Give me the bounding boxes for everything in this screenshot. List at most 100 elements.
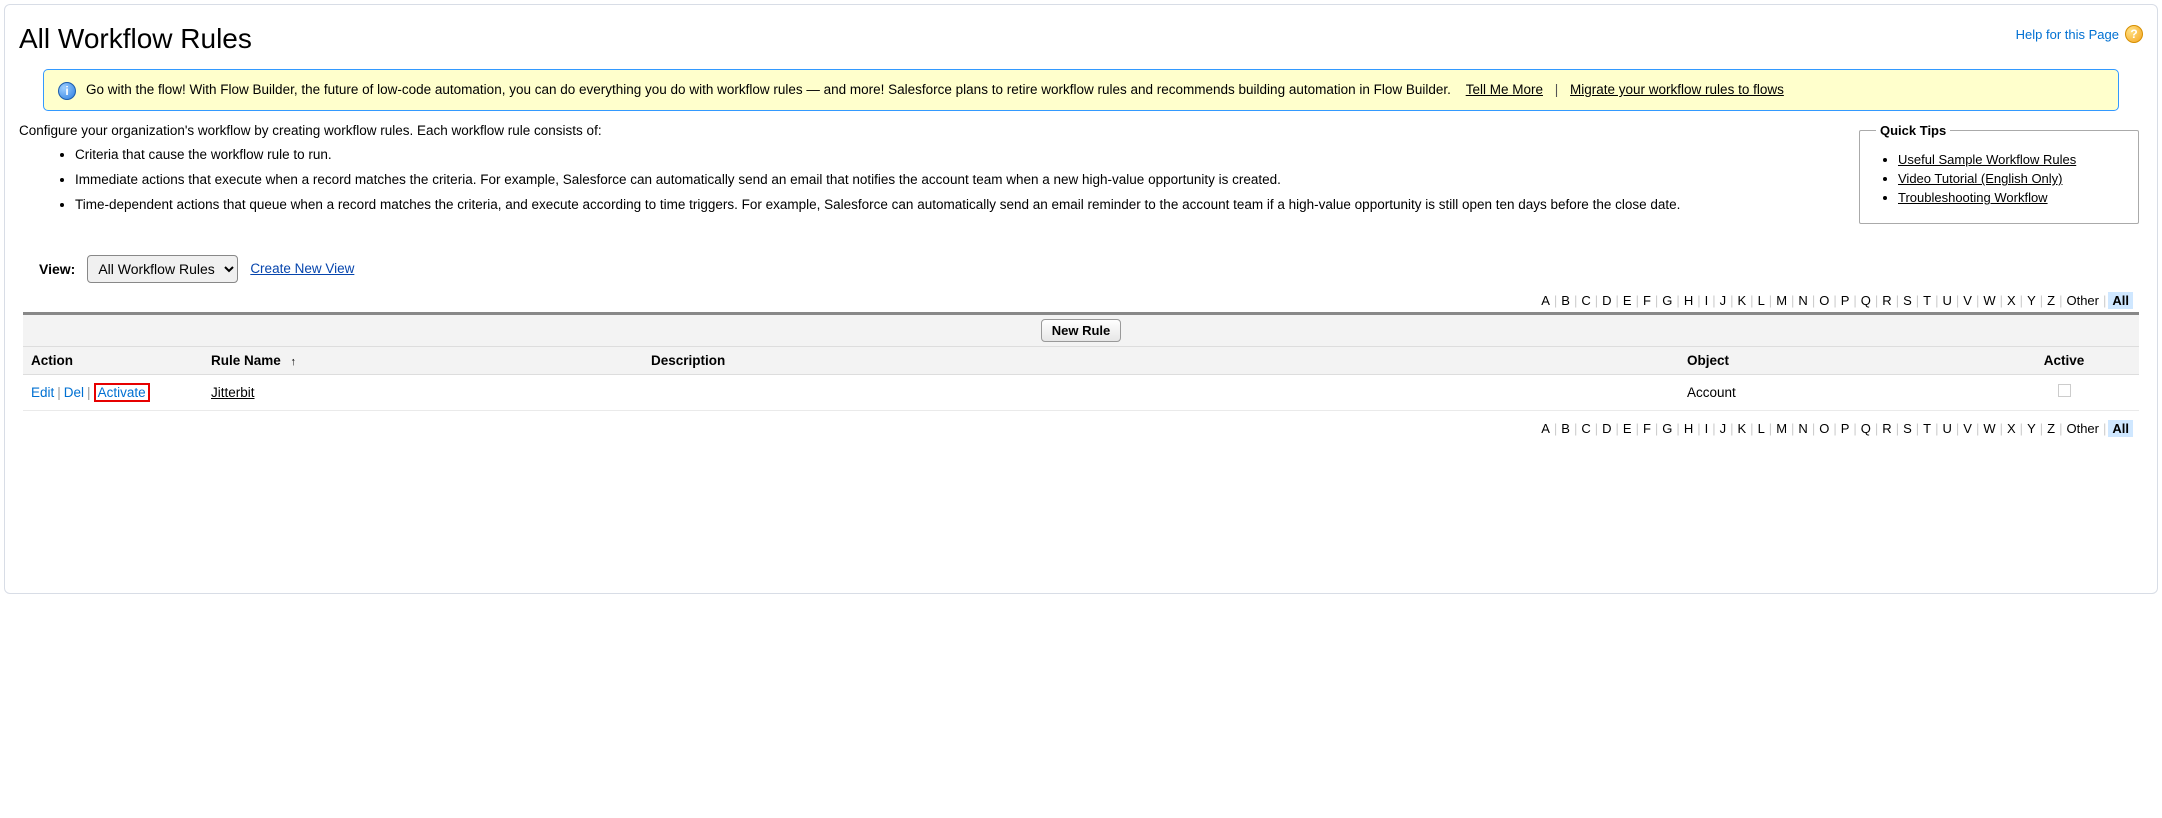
alpha-letter[interactable]: O [1817, 293, 1831, 308]
alpha-letter[interactable]: A [1539, 421, 1552, 436]
table-header-row: Action Rule Name ↑ Description Object Ac… [23, 346, 2139, 374]
alpha-letter[interactable]: P [1839, 421, 1852, 436]
alpha-letter[interactable]: T [1921, 421, 1933, 436]
intro-bullet: Criteria that cause the workflow rule to… [75, 146, 1839, 165]
col-active[interactable]: Active [1989, 346, 2139, 374]
intro-bullet: Time-dependent actions that queue when a… [75, 196, 1839, 215]
alpha-letter[interactable]: L [1756, 293, 1767, 308]
alpha-letter[interactable]: V [1961, 421, 1974, 436]
sort-ascending-icon: ↑ [291, 356, 297, 368]
info-icon: i [58, 82, 76, 100]
alpha-letter[interactable]: Q [1859, 421, 1873, 436]
active-cell [1989, 374, 2139, 410]
quick-tips-legend: Quick Tips [1876, 123, 1950, 138]
alpha-letter[interactable]: Q [1859, 293, 1873, 308]
rule-name-cell: Jitterbit [203, 374, 643, 410]
alpha-letter[interactable]: F [1641, 293, 1653, 308]
object-cell: Account [1679, 374, 1989, 410]
alpha-letter[interactable]: S [1901, 421, 1914, 436]
alpha-filter-bottom: A|B|C|D|E|F|G|H|I|J|K|L|M|N|O|P|Q|R|S|T|… [19, 421, 2133, 436]
alpha-letter[interactable]: F [1641, 421, 1653, 436]
alpha-letter[interactable]: Y [2025, 421, 2038, 436]
alpha-letter[interactable]: M [1774, 421, 1789, 436]
list-button-row: New Rule [23, 315, 2139, 346]
alpha-letter[interactable]: Y [2025, 293, 2038, 308]
alpha-letter[interactable]: U [1940, 293, 1953, 308]
alpha-letter[interactable]: W [1981, 293, 1997, 308]
quick-tip-link[interactable]: Video Tutorial (English Only) [1898, 171, 2063, 186]
description-cell [643, 374, 1679, 410]
alpha-letter[interactable]: X [2005, 293, 2018, 308]
alpha-letter[interactable]: H [1682, 421, 1695, 436]
alpha-letter[interactable]: G [1660, 421, 1674, 436]
del-link[interactable]: Del [64, 385, 84, 400]
migrate-link[interactable]: Migrate your workflow rules to flows [1570, 82, 1784, 97]
banner-separator: | [1555, 82, 1559, 97]
alpha-letter[interactable]: Z [2045, 293, 2057, 308]
alpha-letter[interactable]: X [2005, 421, 2018, 436]
alpha-letter[interactable]: B [1559, 293, 1572, 308]
help-link-label: Help for this Page [2016, 27, 2119, 42]
alpha-letter[interactable]: N [1796, 421, 1809, 436]
quick-tip-link[interactable]: Useful Sample Workflow Rules [1898, 152, 2076, 167]
alpha-other[interactable]: Other [2064, 421, 2101, 436]
alpha-letter[interactable]: N [1796, 293, 1809, 308]
col-rule-name-label: Rule Name [211, 353, 281, 368]
alpha-letter[interactable]: P [1839, 293, 1852, 308]
view-selector-row: View: All Workflow Rules Create New View [39, 255, 2143, 283]
alpha-letter[interactable]: H [1682, 293, 1695, 308]
alpha-letter[interactable]: W [1981, 421, 1997, 436]
alpha-letter[interactable]: E [1621, 293, 1634, 308]
alpha-letter[interactable]: U [1940, 421, 1953, 436]
page-container: All Workflow Rules Help for this Page ? … [4, 4, 2158, 594]
alpha-other[interactable]: Other [2064, 293, 2101, 308]
alpha-letter[interactable]: D [1600, 421, 1613, 436]
table-row: Edit|Del|ActivateJitterbitAccount [23, 374, 2139, 410]
alpha-letter[interactable]: S [1901, 293, 1914, 308]
quick-tip-link[interactable]: Troubleshooting Workflow [1898, 190, 2048, 205]
alpha-all[interactable]: All [2108, 292, 2133, 309]
alpha-letter[interactable]: E [1621, 421, 1634, 436]
activate-highlight: Activate [94, 383, 150, 402]
alpha-letter[interactable]: T [1921, 293, 1933, 308]
col-rule-name[interactable]: Rule Name ↑ [203, 346, 643, 374]
alpha-letter[interactable]: L [1756, 421, 1767, 436]
alpha-letter[interactable]: A [1539, 293, 1552, 308]
alpha-letter[interactable]: J [1718, 421, 1729, 436]
alpha-letter[interactable]: J [1718, 293, 1729, 308]
tell-me-more-link[interactable]: Tell Me More [1466, 82, 1543, 97]
alpha-letter[interactable]: Z [2045, 421, 2057, 436]
alpha-filter-top: A|B|C|D|E|F|G|H|I|J|K|L|M|N|O|P|Q|R|S|T|… [19, 293, 2133, 308]
quick-tips-box: Quick Tips Useful Sample Workflow Rules … [1859, 123, 2139, 224]
page-header: All Workflow Rules Help for this Page ? [19, 19, 2143, 69]
view-select[interactable]: All Workflow Rules [87, 255, 238, 283]
alpha-letter[interactable]: B [1559, 421, 1572, 436]
alpha-letter[interactable]: O [1817, 421, 1831, 436]
body-columns: Configure your organization's workflow b… [19, 123, 2143, 231]
activate-link[interactable]: Activate [98, 385, 146, 400]
alpha-letter[interactable]: K [1736, 421, 1749, 436]
alpha-letter[interactable]: R [1880, 421, 1893, 436]
rules-list-block: New Rule Action Rule Name ↑ Description … [23, 312, 2139, 411]
rule-name-link[interactable]: Jitterbit [211, 385, 255, 400]
alpha-all[interactable]: All [2108, 420, 2133, 437]
new-rule-button[interactable]: New Rule [1041, 319, 1122, 342]
col-object[interactable]: Object [1679, 346, 1989, 374]
alpha-letter[interactable]: C [1579, 293, 1592, 308]
col-action: Action [23, 346, 203, 374]
alpha-letter[interactable]: D [1600, 293, 1613, 308]
quick-tips-list: Useful Sample Workflow Rules Video Tutor… [1876, 152, 2122, 205]
alpha-letter[interactable]: K [1736, 293, 1749, 308]
alpha-letter[interactable]: V [1961, 293, 1974, 308]
help-for-page-link[interactable]: Help for this Page ? [2016, 25, 2143, 43]
help-icon: ? [2125, 25, 2143, 43]
col-description[interactable]: Description [643, 346, 1679, 374]
create-new-view-link[interactable]: Create New View [250, 261, 354, 276]
alpha-letter[interactable]: M [1774, 293, 1789, 308]
alpha-letter[interactable]: G [1660, 293, 1674, 308]
active-checkbox-icon [2058, 384, 2071, 397]
edit-link[interactable]: Edit [31, 385, 54, 400]
intro-lead: Configure your organization's workflow b… [19, 123, 1839, 138]
alpha-letter[interactable]: R [1880, 293, 1893, 308]
alpha-letter[interactable]: C [1579, 421, 1592, 436]
